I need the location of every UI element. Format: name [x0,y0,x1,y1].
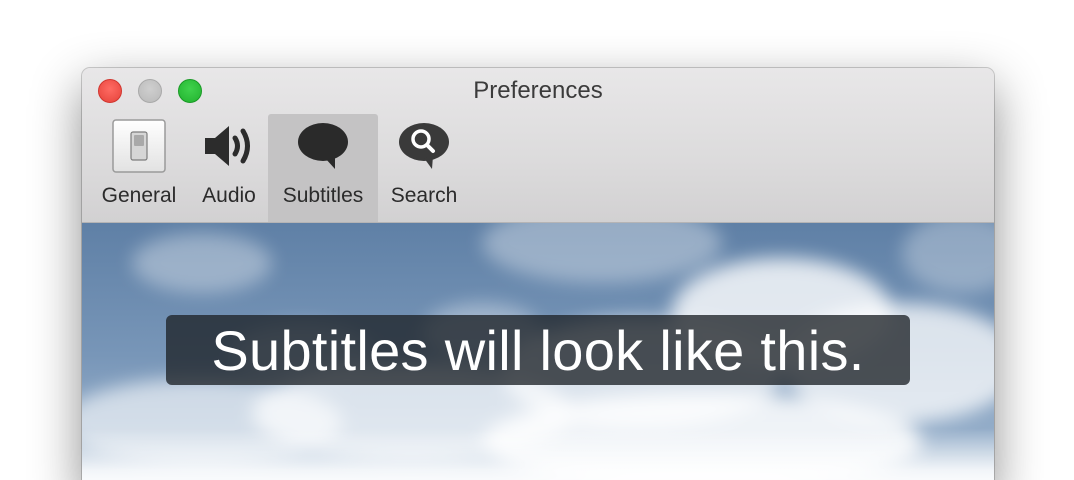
subtitle-preview-area: Subtitles will look like this. [82,223,994,480]
speaker-icon [194,116,264,176]
tab-general[interactable]: General [96,114,182,222]
subtitle-sample-text: Subtitles will look like this. [211,318,865,382]
bottom-fade [82,428,994,480]
tab-search-label: Search [390,184,458,207]
tab-general-label: General [101,184,177,207]
window-toolbar: Preferences General Audio Subtitles Sear… [82,68,994,223]
subtitle-sample-box: Subtitles will look like this. [166,315,910,385]
tab-audio[interactable]: Audio [194,114,264,222]
window-title: Preferences [473,77,603,104]
speech-bubble-icon [268,116,378,176]
preferences-window: Preferences General Audio Subtitles Sear… [82,68,994,480]
tab-search[interactable]: Search [384,114,464,222]
tab-subtitles[interactable]: Subtitles [268,114,378,222]
desktop-background: Preferences General Audio Subtitles Sear… [0,0,1074,480]
search-bubble-icon [384,116,464,176]
tab-subtitles-label: Subtitles [282,184,364,207]
light-switch-icon [96,116,182,176]
tab-audio-label: Audio [202,184,256,207]
